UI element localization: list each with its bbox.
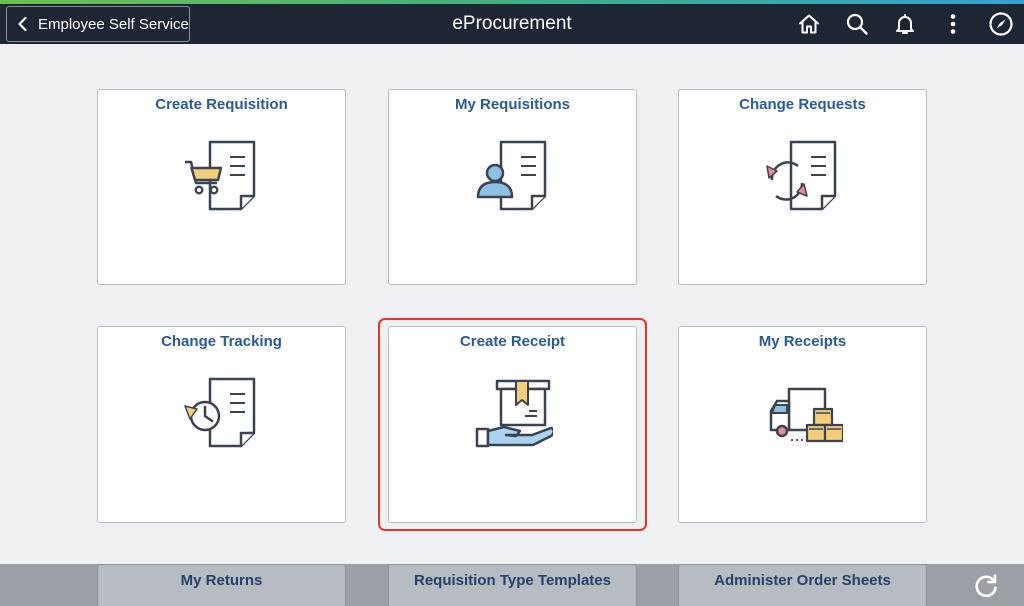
bell-icon[interactable] bbox=[891, 10, 919, 38]
tile-my-requisitions[interactable]: My Requisitions bbox=[388, 89, 637, 285]
tile-title: Change Tracking bbox=[161, 333, 282, 350]
tile-create-requisition[interactable]: Create Requisition bbox=[97, 89, 346, 285]
tile-administer-order-sheets[interactable]: Administer Order Sheets bbox=[678, 564, 927, 606]
tile-title: Create Receipt bbox=[459, 333, 566, 350]
search-icon[interactable] bbox=[843, 10, 871, 38]
person-document-icon bbox=[476, 140, 547, 211]
cart-document-icon bbox=[185, 140, 256, 211]
navbar-compass-icon[interactable] bbox=[987, 10, 1015, 38]
back-button[interactable]: Employee Self Service bbox=[6, 6, 190, 42]
tile-title: Requisition Type Templates bbox=[414, 572, 611, 589]
tile-title: My Returns bbox=[180, 572, 263, 589]
refresh-icon[interactable] bbox=[972, 572, 1000, 600]
tile-title: Administer Order Sheets bbox=[714, 572, 891, 589]
truck-boxes-icon bbox=[769, 387, 843, 443]
tile-requisition-type-templates[interactable]: Requisition Type Templates bbox=[388, 564, 637, 606]
tile-change-tracking[interactable]: Change Tracking bbox=[97, 326, 346, 523]
tile-my-receipts[interactable]: My Receipts bbox=[678, 326, 927, 523]
chevron-left-icon bbox=[15, 16, 31, 32]
back-button-label: Employee Self Service bbox=[38, 15, 189, 33]
cycle-document-icon bbox=[766, 140, 837, 211]
tile-title: Create Requisition bbox=[155, 96, 288, 113]
tile-change-requests[interactable]: Change Requests bbox=[678, 89, 927, 285]
box-hand-icon bbox=[475, 379, 553, 448]
header-banner: Employee Self Service eProcurement bbox=[0, 4, 1024, 44]
tile-my-returns[interactable]: My Returns bbox=[97, 564, 346, 606]
clock-document-icon bbox=[184, 377, 256, 448]
tile-create-receipt[interactable]: Create Receipt bbox=[378, 318, 647, 531]
tile-title: Change Requests bbox=[739, 96, 866, 113]
page-title: eProcurement bbox=[452, 13, 572, 34]
home-icon[interactable] bbox=[795, 10, 823, 38]
more-vertical-icon[interactable] bbox=[939, 10, 967, 38]
tile-title: My Requisitions bbox=[454, 96, 570, 113]
tile-title: My Receipts bbox=[758, 333, 847, 350]
